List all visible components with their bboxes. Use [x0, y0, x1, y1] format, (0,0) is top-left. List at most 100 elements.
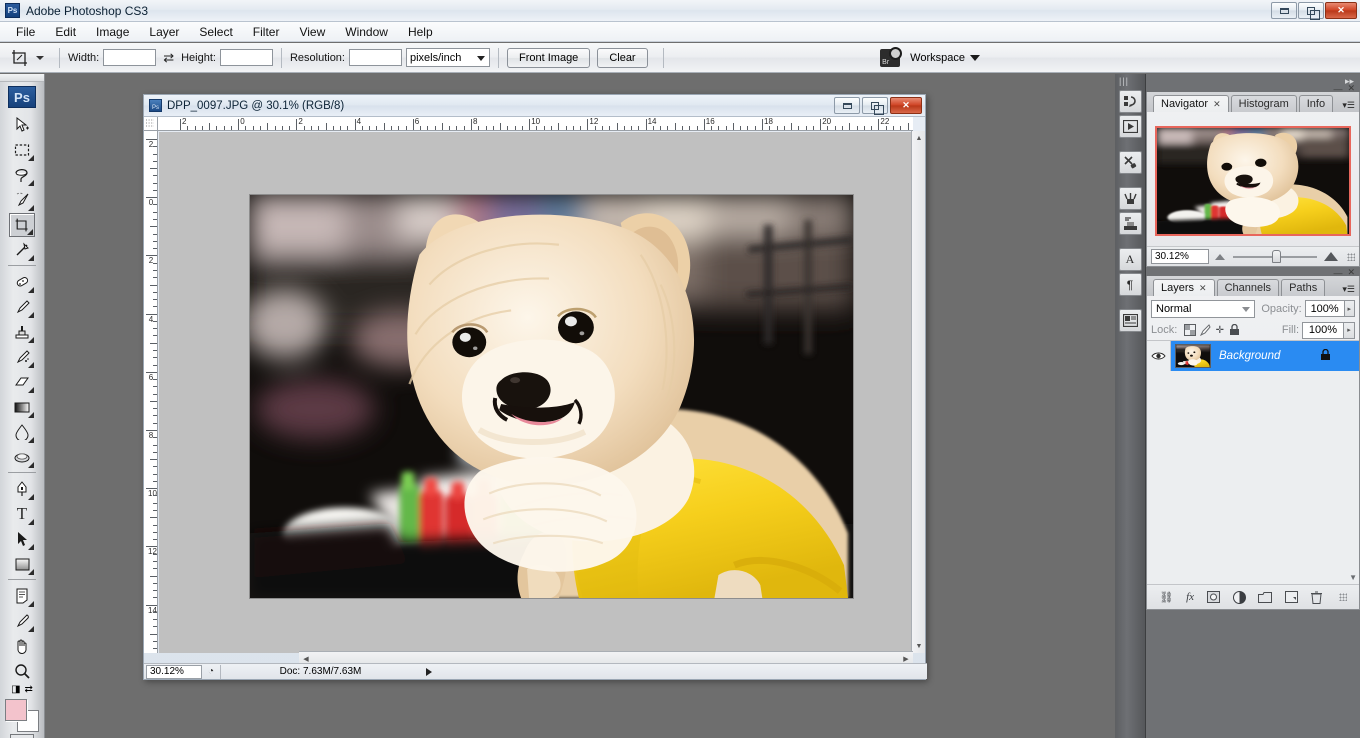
lasso-tool[interactable]: [9, 163, 35, 187]
menu-item-image[interactable]: Image: [86, 23, 139, 41]
tab-channels[interactable]: Channels: [1216, 279, 1280, 296]
horizontal-ruler[interactable]: 2 0 2 4 6 8 10 12 14 16 18 20 22: [158, 117, 913, 131]
scroll-up-icon[interactable]: ▲: [912, 131, 926, 145]
default-colors-icon[interactable]: ◨: [11, 684, 20, 695]
app-restore-button[interactable]: [1298, 2, 1324, 20]
tab-histogram[interactable]: Histogram: [1230, 95, 1297, 112]
toolbox-drag-grip[interactable]: [0, 74, 44, 82]
lock-transparent-pixels-icon[interactable]: [1182, 323, 1197, 338]
height-input[interactable]: [219, 49, 273, 66]
fill-stepper-icon[interactable]: ▸: [1344, 321, 1355, 339]
tool-preset-chevron-down-icon[interactable]: [36, 55, 44, 60]
layer-comps-panel-icon[interactable]: [1118, 309, 1142, 332]
menu-item-window[interactable]: Window: [335, 23, 398, 41]
menu-item-edit[interactable]: Edit: [45, 23, 86, 41]
close-icon[interactable]: ✕: [1213, 99, 1221, 110]
brush-tool[interactable]: [9, 295, 35, 319]
tab-info[interactable]: Info: [1298, 95, 1334, 112]
close-icon[interactable]: ✕: [1199, 283, 1207, 294]
document-close-button[interactable]: ✕: [890, 97, 922, 114]
document-titlebar[interactable]: Ps DPP_0097.JPG @ 30.1% (RGB/8) ✕: [144, 95, 925, 117]
front-image-button[interactable]: Front Image: [507, 47, 591, 68]
add-layer-mask-icon[interactable]: [1206, 591, 1220, 603]
table-row[interactable]: Background: [1147, 341, 1359, 371]
delete-layer-icon[interactable]: [1310, 591, 1322, 604]
workspace-label[interactable]: Workspace: [910, 52, 965, 64]
clone-source-panel-icon[interactable]: [1118, 212, 1142, 235]
ruler-origin-corner[interactable]: [144, 117, 158, 131]
layer-name[interactable]: Background: [1219, 350, 1280, 362]
close-icon[interactable]: ✕: [1347, 83, 1355, 94]
history-panel-icon[interactable]: [1118, 90, 1142, 113]
app-close-button[interactable]: ✕: [1325, 2, 1357, 19]
slice-tool[interactable]: [9, 238, 35, 262]
new-fill-adjustment-layer-icon[interactable]: [1232, 590, 1246, 604]
dodge-tool[interactable]: [9, 445, 35, 469]
canvas-vertical-scrollbar[interactable]: ▲ ▼: [911, 131, 925, 653]
menu-item-view[interactable]: View: [289, 23, 335, 41]
dock-drag-grip[interactable]: |||: [1115, 74, 1145, 88]
menu-item-file[interactable]: File: [6, 23, 45, 41]
lock-position-icon[interactable]: ✛: [1212, 323, 1227, 338]
zoom-slider[interactable]: [1233, 249, 1317, 263]
navigator-zoom-input[interactable]: 30.12%: [1151, 249, 1209, 264]
canvas-area[interactable]: [159, 132, 914, 653]
horizontal-type-tool[interactable]: T: [9, 502, 35, 526]
pen-tool[interactable]: [9, 477, 35, 501]
tab-navigator[interactable]: Navigator ✕: [1153, 95, 1229, 112]
history-brush-tool[interactable]: [9, 345, 35, 369]
new-layer-icon[interactable]: [1285, 591, 1299, 603]
opacity-input[interactable]: 100%: [1304, 300, 1345, 317]
crop-tool[interactable]: [9, 213, 35, 237]
minimize-icon[interactable]: —: [1333, 268, 1342, 278]
status-menu-triangle-right-icon[interactable]: [426, 667, 432, 676]
menu-item-help[interactable]: Help: [398, 23, 443, 41]
rectangular-marquee-tool[interactable]: [9, 138, 35, 162]
swap-colors-icon[interactable]: ⇄: [25, 684, 33, 695]
clone-stamp-tool[interactable]: [9, 320, 35, 344]
notes-tool[interactable]: [9, 584, 35, 608]
menu-item-select[interactable]: Select: [189, 23, 242, 41]
document-restore-button[interactable]: [862, 97, 888, 115]
layer-thumbnail[interactable]: [1175, 344, 1211, 368]
quick-mask-icon[interactable]: [10, 734, 34, 738]
foreground-color-swatch[interactable]: [5, 699, 27, 721]
lock-image-pixels-icon[interactable]: [1197, 323, 1212, 338]
zoom-tool[interactable]: [9, 659, 35, 683]
workspace-chevron-down-icon[interactable]: [970, 54, 980, 61]
paragraph-panel-icon[interactable]: ¶: [1118, 273, 1142, 296]
zoom-slider-thumb[interactable]: [1271, 249, 1281, 263]
close-icon[interactable]: ✕: [1347, 267, 1355, 278]
layer-visibility-eye-icon[interactable]: [1147, 341, 1171, 371]
new-group-icon[interactable]: [1258, 591, 1273, 603]
resolution-unit-select[interactable]: pixels/inch: [406, 48, 490, 67]
blend-mode-select[interactable]: Normal: [1151, 299, 1256, 318]
actions-panel-icon[interactable]: [1118, 115, 1142, 138]
link-layers-icon[interactable]: ⛓: [1159, 591, 1173, 604]
rectangle-tool[interactable]: [9, 552, 35, 576]
swap-dimensions-icon[interactable]: ⇄: [163, 50, 174, 66]
scroll-down-icon[interactable]: ▼: [912, 639, 926, 653]
quick-selection-tool[interactable]: [9, 188, 35, 212]
blur-tool[interactable]: [9, 420, 35, 444]
fill-input[interactable]: 100%: [1302, 321, 1344, 339]
zoom-level-input[interactable]: 30.12%: [146, 664, 202, 679]
lock-all-icon[interactable]: [1227, 323, 1242, 338]
clear-button[interactable]: Clear: [597, 47, 648, 68]
gradient-tool[interactable]: [9, 395, 35, 419]
resolution-input[interactable]: [349, 49, 402, 66]
panel-menu-icon[interactable]: ▾☰: [1342, 100, 1355, 111]
crop-tool-icon[interactable]: [8, 46, 32, 70]
layers-list[interactable]: Background ▼: [1147, 340, 1359, 585]
navigator-thumbnail[interactable]: [1155, 126, 1351, 236]
hand-tool[interactable]: [9, 634, 35, 658]
vertical-ruler[interactable]: 2 0 2 4 6 8 10 12 14: [144, 131, 158, 653]
zoom-out-icon[interactable]: [1215, 253, 1225, 260]
document-minimize-button[interactable]: [834, 97, 860, 114]
panel-resize-grip[interactable]: [1347, 252, 1355, 261]
navigator-preview[interactable]: [1155, 126, 1351, 236]
layers-scroll-down-icon[interactable]: ▼: [1349, 573, 1357, 582]
canvas-photo[interactable]: [249, 194, 854, 599]
eraser-tool[interactable]: [9, 370, 35, 394]
opacity-stepper-icon[interactable]: ▸: [1344, 300, 1355, 317]
